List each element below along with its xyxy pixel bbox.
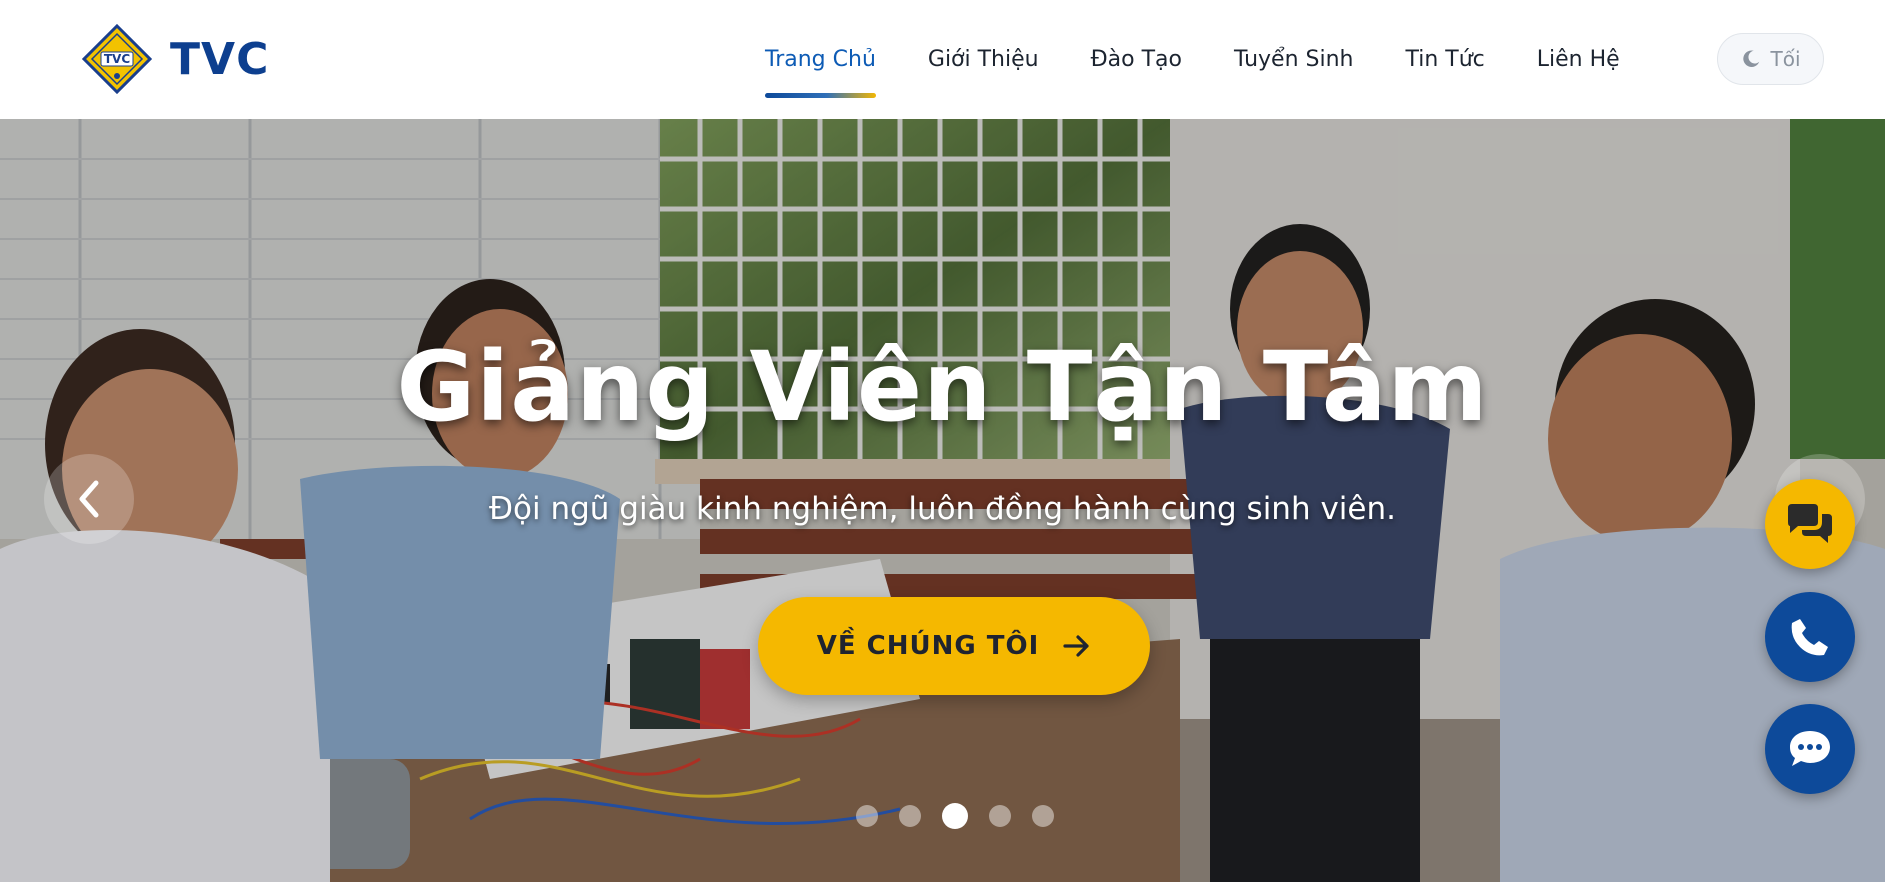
nav-item-contact[interactable]: Liên Hệ <box>1537 40 1620 80</box>
messenger-button[interactable] <box>1765 704 1855 794</box>
slide-dot[interactable] <box>989 805 1011 827</box>
arrow-right-icon <box>1063 635 1089 657</box>
theme-toggle-button[interactable]: Tối <box>1717 33 1824 85</box>
prev-slide-button[interactable] <box>44 454 134 544</box>
moon-icon <box>1743 50 1760 67</box>
logo-badge-text: TVC <box>103 52 131 66</box>
hero-slider: Giảng Viên Tận Tâm Đội ngũ giàu kinh ngh… <box>0 119 1885 882</box>
chat-button[interactable] <box>1765 479 1855 569</box>
nav-item-home[interactable]: Trang Chủ <box>765 40 876 98</box>
about-us-button-label: VỀ CHÚNG TÔI <box>816 631 1040 661</box>
message-icon <box>1790 731 1830 766</box>
phone-icon <box>1791 619 1828 656</box>
chat-bubbles-icon <box>1788 504 1832 543</box>
nav-item-training[interactable]: Đào Tạo <box>1091 40 1182 80</box>
brand-name: TVC <box>170 33 270 85</box>
site-header: TVC TVC Trang Chủ Giới Thiệu Đào Tạo Tuy… <box>0 0 1885 119</box>
nav-item-news[interactable]: Tin Tức <box>1405 40 1484 80</box>
hero-subtitle: Đội ngũ giàu kinh nghiệm, luôn đồng hành… <box>488 491 1396 527</box>
call-button[interactable] <box>1765 592 1855 682</box>
logo-badge-icon: TVC <box>81 23 153 95</box>
slide-indicators <box>856 803 1054 829</box>
nav-item-about[interactable]: Giới Thiệu <box>928 40 1039 80</box>
about-us-button[interactable]: VỀ CHÚNG TÔI <box>758 597 1150 695</box>
logo[interactable]: TVC TVC <box>81 23 270 95</box>
slide-dot[interactable] <box>856 805 878 827</box>
nav-item-admissions[interactable]: Tuyển Sinh <box>1234 40 1354 80</box>
slide-dot[interactable] <box>899 805 921 827</box>
slide-dot-active[interactable] <box>942 803 968 829</box>
chevron-left-icon <box>79 480 99 518</box>
main-nav: Trang Chủ Giới Thiệu Đào Tạo Tuyển Sinh … <box>765 40 1672 100</box>
slide-dot[interactable] <box>1032 805 1054 827</box>
hero-title: Giảng Viên Tận Tâm <box>396 331 1489 443</box>
theme-toggle-label: Tối <box>1770 47 1801 71</box>
